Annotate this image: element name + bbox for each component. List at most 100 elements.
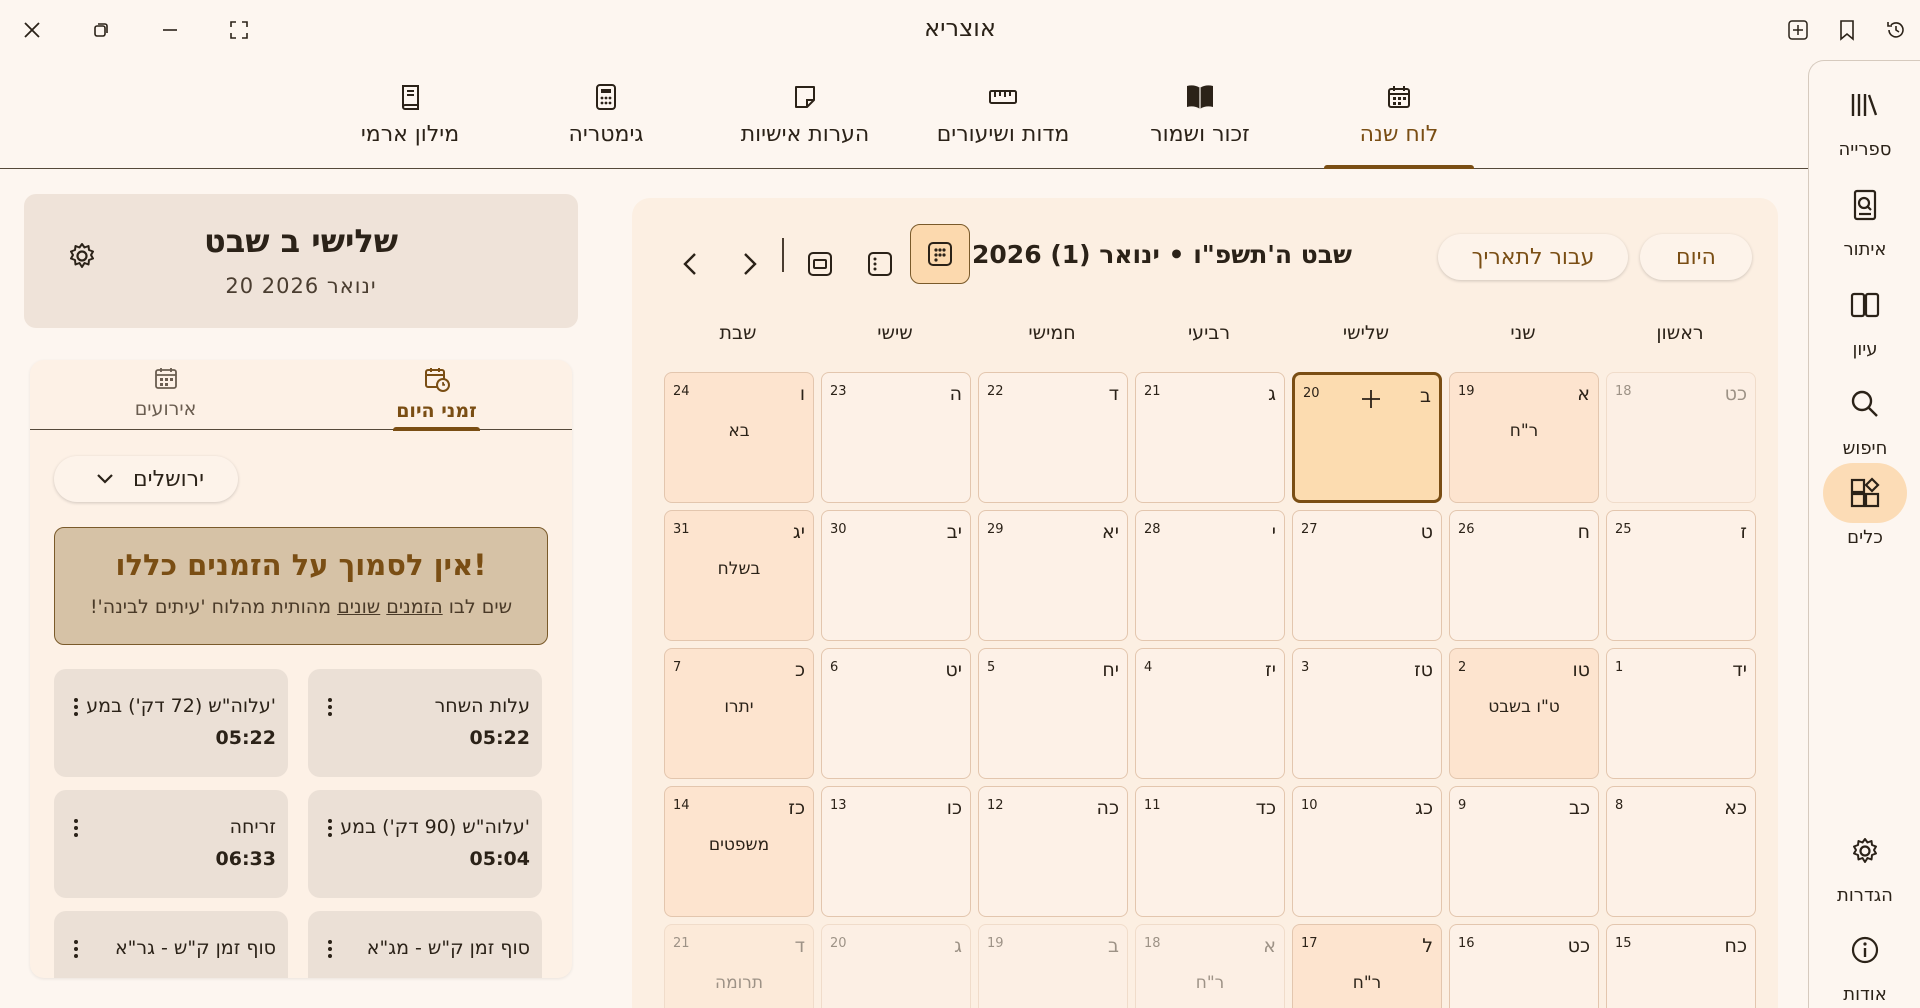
zman-card[interactable]: זריחה 06:33 xyxy=(54,790,288,898)
calendar-day[interactable]: ו 24 בא xyxy=(664,372,814,503)
calendar-day[interactable]: כא 8 xyxy=(1606,786,1756,917)
more-vert-icon[interactable] xyxy=(320,937,340,961)
note-icon xyxy=(793,82,817,112)
calendar-day[interactable]: כז 14 משפטים xyxy=(664,786,814,917)
calendar-day[interactable]: כד 11 xyxy=(1135,786,1285,917)
calendar-day[interactable]: א 19 ר"ח xyxy=(1449,372,1599,503)
calendar-day[interactable]: יא 29 xyxy=(978,510,1128,641)
gregorian-date: 8 xyxy=(1615,798,1624,813)
week-view-icon[interactable] xyxy=(858,242,902,286)
tab-label: אירועים xyxy=(134,398,197,420)
calendar-day[interactable]: ט 27 xyxy=(1292,510,1442,641)
calendar-day[interactable]: כח 15 xyxy=(1606,924,1756,1008)
month-view-icon[interactable] xyxy=(910,224,970,284)
warning-link-different[interactable]: שונים xyxy=(337,596,380,618)
calendar-day[interactable]: א 18 ר"ח xyxy=(1135,924,1285,1008)
weekday-header: שישי xyxy=(877,322,913,344)
day-event: תרומה xyxy=(714,973,764,993)
calendar-day[interactable]: ד 21 תרומה xyxy=(664,924,814,1008)
calendar-day[interactable]: ז 25 xyxy=(1606,510,1756,641)
calendar-day[interactable]: ל 17 ר"ח xyxy=(1292,924,1442,1008)
rail-item-locate[interactable]: איתור xyxy=(1809,175,1920,260)
calendar-day[interactable]: י 28 xyxy=(1135,510,1285,641)
calendar-day[interactable]: כה 12 xyxy=(978,786,1128,917)
warning-link-zmanim[interactable]: הזמנים xyxy=(386,596,442,618)
goto-date-button[interactable]: עבור לתאריך xyxy=(1438,234,1628,280)
tab-aramaic-dictionary[interactable]: מילון ארמי xyxy=(350,60,470,168)
calendar-day[interactable]: ג 21 xyxy=(1135,372,1285,503)
calendar-day[interactable]: יט 6 xyxy=(821,648,971,779)
clock-calendar-icon xyxy=(424,366,450,396)
tab-day-times[interactable]: זמני היום xyxy=(301,360,572,431)
calendar-day[interactable]: יח 5 xyxy=(978,648,1128,779)
rail-label: איתור xyxy=(1843,239,1887,260)
zman-card[interactable]: סוף זמן ק"ש - מג"א xyxy=(308,911,542,978)
location-select[interactable]: ירושלים xyxy=(54,456,238,502)
bookmark-icon[interactable] xyxy=(1827,10,1867,50)
rail-item-library[interactable]: ספרייה xyxy=(1809,75,1920,160)
add-tab-icon[interactable] xyxy=(1778,10,1818,50)
calendar-day[interactable]: ה 23 xyxy=(821,372,971,503)
zman-time: 05:04 xyxy=(469,848,530,870)
tab-gematria[interactable]: גימטריה xyxy=(556,60,656,168)
calendar-day[interactable]: טו 2 ט"ו בשבט xyxy=(1449,648,1599,779)
gregorian-date: 10 xyxy=(1301,798,1318,813)
zman-card[interactable]: עלוה"ש (90 דק') במע' 05:04 xyxy=(308,790,542,898)
calendar-day[interactable]: כו 13 xyxy=(821,786,971,917)
hebrew-date: ד xyxy=(1108,383,1119,405)
calendar-day[interactable]: ב 19 xyxy=(978,924,1128,1008)
calendar-title: שבט ה'תשפ"ו • ינואר (1) 2026 xyxy=(972,240,1352,269)
zman-card[interactable]: סוף זמן ק"ש - גר"א xyxy=(54,911,288,978)
today-button[interactable]: היום xyxy=(1640,234,1752,280)
add-event-icon[interactable] xyxy=(1359,387,1383,411)
tab-calendar[interactable]: לוח שנה xyxy=(1324,60,1474,169)
calendar-day[interactable]: יד 1 xyxy=(1606,648,1756,779)
rail-item-about[interactable]: אודות xyxy=(1809,920,1920,1005)
calendar-day[interactable]: כט 16 xyxy=(1449,924,1599,1008)
calendar-day[interactable]: טז 3 xyxy=(1292,648,1442,779)
tab-events[interactable]: אירועים xyxy=(30,360,301,430)
hebrew-date: ט xyxy=(1420,521,1433,543)
dictionary-icon xyxy=(399,82,421,112)
calendar-day[interactable]: כט 18 xyxy=(1606,372,1756,503)
rail-item-settings[interactable]: הגדרות xyxy=(1809,821,1920,906)
history-icon[interactable] xyxy=(1876,10,1916,50)
more-vert-icon[interactable] xyxy=(66,816,86,840)
more-vert-icon[interactable] xyxy=(320,816,340,840)
zman-name: זריחה xyxy=(229,816,276,838)
rail-item-search[interactable]: חיפוש xyxy=(1809,374,1920,459)
calendar-day[interactable]: כב 9 xyxy=(1449,786,1599,917)
zman-card[interactable]: עלוה"ש (72 דק') במע' 05:22 xyxy=(54,669,288,777)
calendar-day[interactable]: כג 10 xyxy=(1292,786,1442,917)
calendar-icon xyxy=(154,366,178,394)
hebrew-date: יג xyxy=(792,521,805,543)
gear-icon[interactable] xyxy=(60,234,104,278)
rail-item-reading[interactable]: עיון xyxy=(1809,275,1920,360)
tab-personal-notes[interactable]: הערות אישיות xyxy=(730,60,880,168)
rail-label: עיון xyxy=(1852,339,1878,360)
calendar-day[interactable]: יב 30 xyxy=(821,510,971,641)
chevron-right-icon[interactable] xyxy=(728,242,772,286)
more-vert-icon[interactable] xyxy=(320,695,340,719)
hebrew-date: יח xyxy=(1102,659,1119,681)
calendar-day[interactable]: יז 4 xyxy=(1135,648,1285,779)
calendar-day[interactable]: כ 7 יתרו xyxy=(664,648,814,779)
hebrew-date: יז xyxy=(1265,659,1276,681)
gregorian-date: 20 xyxy=(830,936,847,951)
calendar-day-today[interactable]: ב 20 xyxy=(1292,372,1442,503)
calendar-day[interactable]: ח 26 xyxy=(1449,510,1599,641)
weekday-header: חמישי xyxy=(1028,322,1076,344)
calendar-day[interactable]: ג 20 xyxy=(821,924,971,1008)
selected-day-card: שלישי ב שבט 20 ינואר 2026 xyxy=(24,194,578,328)
calendar-day[interactable]: ד 22 xyxy=(978,372,1128,503)
chevron-left-icon[interactable] xyxy=(668,242,712,286)
more-vert-icon[interactable] xyxy=(66,937,86,961)
rail-item-tools[interactable]: כלים xyxy=(1809,463,1920,548)
zman-card[interactable]: עלות השחר 05:22 xyxy=(308,669,542,777)
calendar-day[interactable]: יג 31 בשלח xyxy=(664,510,814,641)
hebrew-date: כ xyxy=(794,659,805,681)
day-view-icon[interactable] xyxy=(798,242,842,286)
tab-zachor-shamor[interactable]: זכור ושמור xyxy=(1130,60,1270,168)
more-vert-icon[interactable] xyxy=(66,695,86,719)
tab-measures[interactable]: מדות ושיעורים xyxy=(928,60,1078,168)
